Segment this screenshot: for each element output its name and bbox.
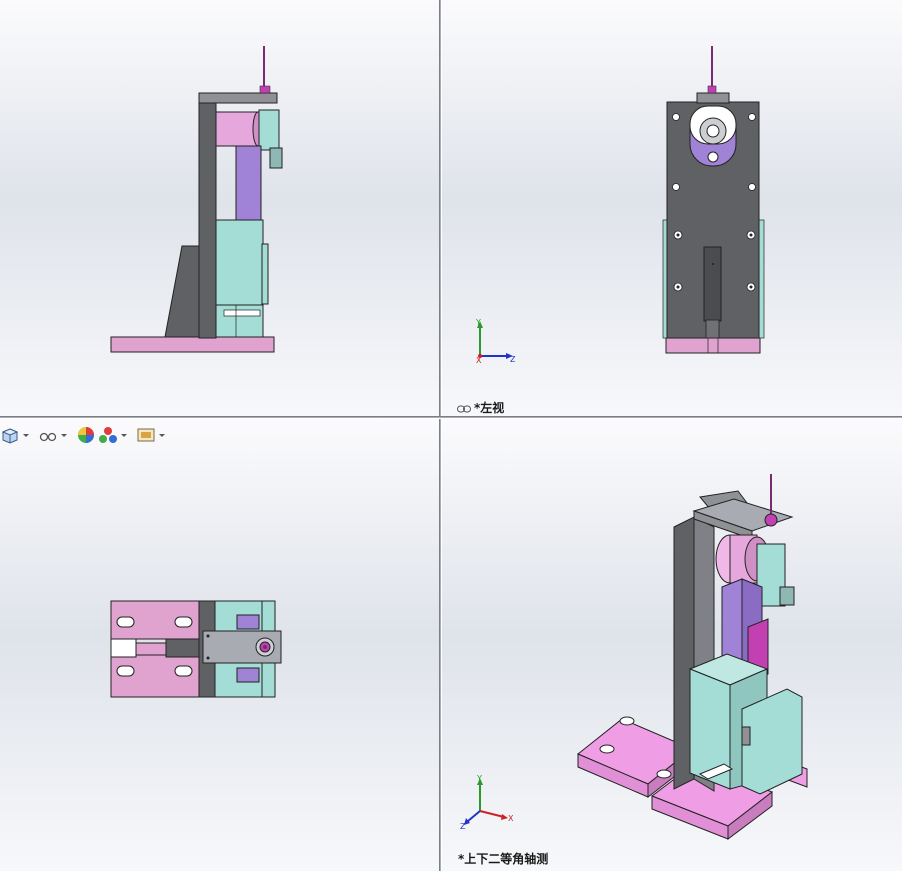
viewport-left[interactable]: Y Z X *左视 [442,0,902,416]
front-view-model [110,46,283,353]
svg-text:Y: Y [476,774,482,783]
viewport-divider-vertical[interactable] [439,0,442,871]
viewport-front[interactable] [0,0,439,416]
svg-text:Z: Z [510,355,516,364]
svg-text:Y: Y [475,318,481,327]
viewport-isometric[interactable]: Y X Z *上下二等角轴测 [442,419,902,871]
view-name-label: *左视 [457,399,504,416]
svg-text:Z: Z [460,822,466,831]
viewport-divider-horizontal[interactable] [0,416,902,419]
cad-window: Y Z X *左视 Y X Z *上下二等角轴测 [0,0,902,871]
top-view-model [110,600,282,698]
coordinate-triad-iso: Y X Z [460,774,514,831]
viewport-top[interactable] [0,419,439,871]
svg-text:X: X [508,814,514,823]
coordinate-triad: Y Z X [475,318,516,365]
link-icon [457,405,471,412]
svg-text:X: X [476,356,482,365]
view-name-label-iso: *上下二等角轴测 [458,852,549,866]
